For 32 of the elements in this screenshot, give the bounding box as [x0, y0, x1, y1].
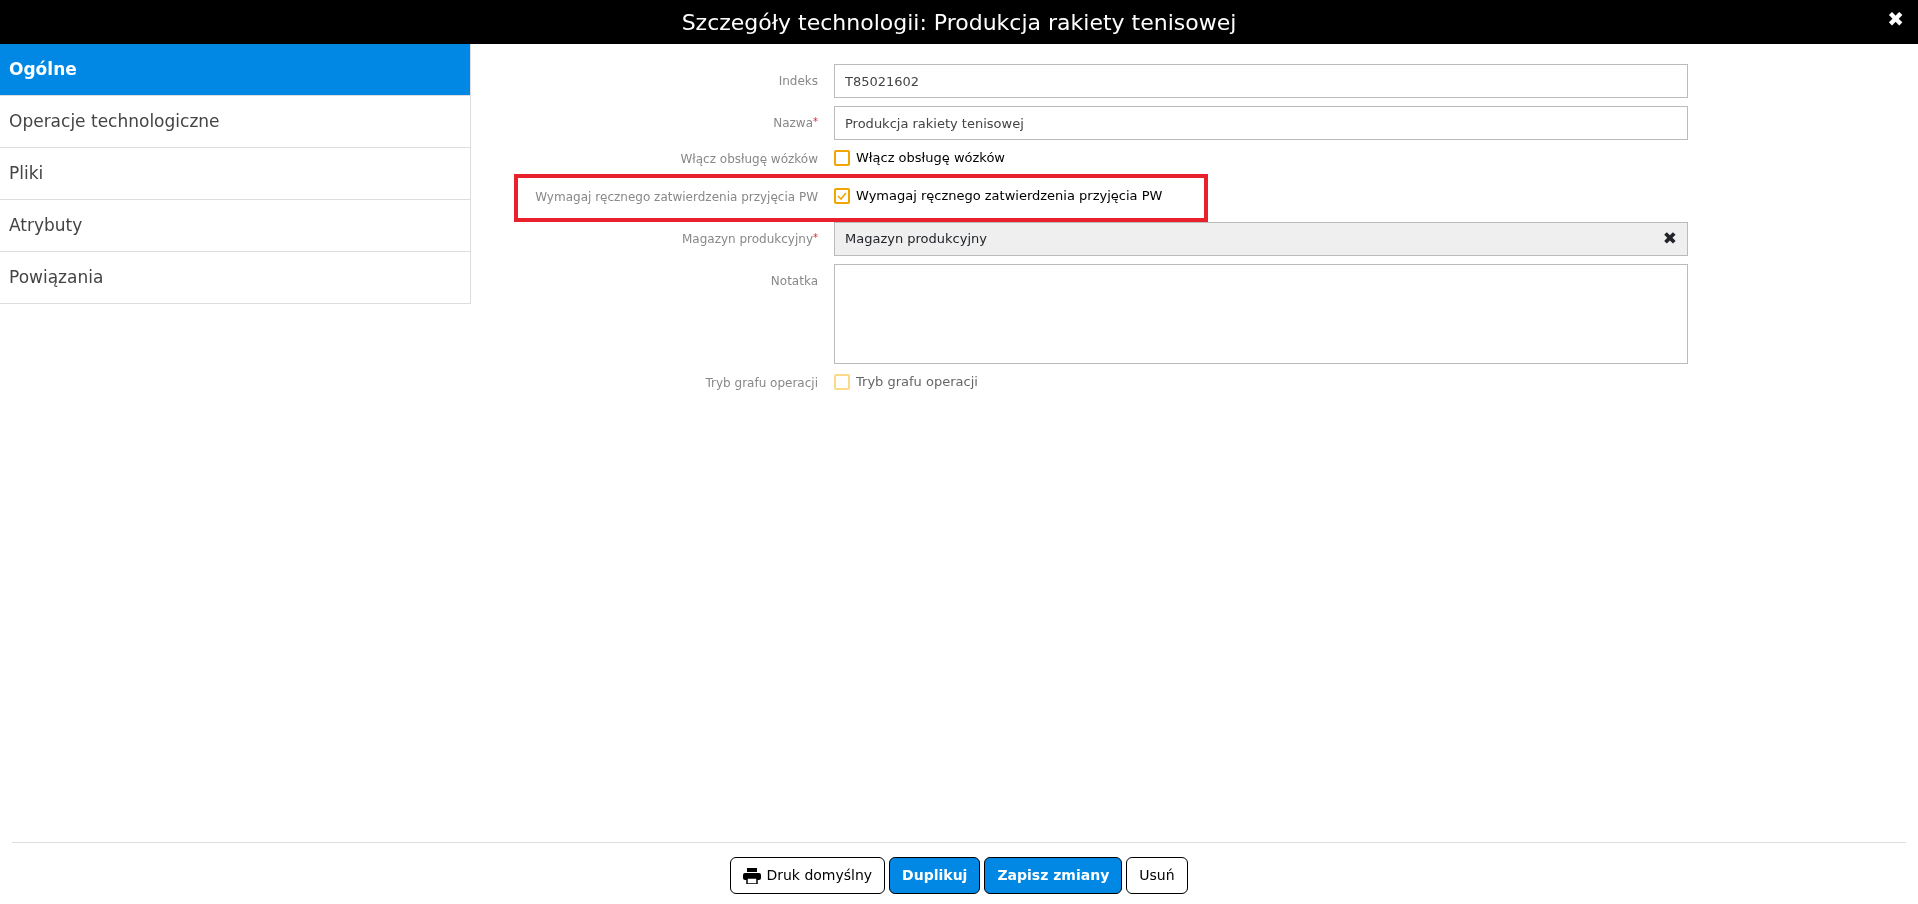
field-label: Nazwa — [773, 116, 813, 130]
clear-button[interactable]: ✖ — [1662, 226, 1677, 252]
required-marker: * — [813, 116, 818, 127]
action-button[interactable]: Duplikuj — [889, 857, 981, 894]
required-marker: * — [813, 232, 818, 243]
checkbox[interactable] — [834, 187, 850, 204]
checkbox-label[interactable]: Włącz obsługę wózków — [856, 148, 1005, 168]
field-label: Indeks — [778, 74, 818, 88]
checkbox-label[interactable]: Wymagaj ręcznego zatwierdzenia przyjęcia PW — [856, 186, 1163, 206]
select-field[interactable]: Magazyn produkcyjny ✖ — [834, 222, 1688, 256]
field-label: Włącz obsługę wózków — [680, 152, 818, 166]
select-value: Magazyn produkcyjny — [845, 230, 987, 249]
field-label: Wymagaj ręcznego zatwierdzenia przyjęcia PW — [535, 190, 818, 204]
sidebar-tab[interactable]: Operacje technologiczne — [0, 96, 471, 148]
action-button[interactable]: Usuń — [1126, 857, 1188, 894]
text-field[interactable]: T85021602 — [834, 64, 1688, 98]
sidebar-tab[interactable]: Ogólne — [0, 44, 471, 96]
checkbox[interactable] — [834, 149, 850, 166]
action-button[interactable]: Zapisz zmiany — [984, 857, 1123, 894]
print-button[interactable]: Druk domyślny — [730, 857, 886, 894]
field-label: Magazyn produkcyjny — [681, 232, 813, 246]
window-title: Szczegóły technologii: Produkcja rakiety tenisowej — [681, 8, 1237, 37]
check-icon — [837, 191, 847, 200]
field-label: Notatka — [770, 274, 818, 288]
sidebar-tab[interactable]: Pliki — [0, 148, 471, 200]
text-field[interactable]: Produkcja rakiety tenisowej — [834, 106, 1688, 140]
field-label: Tryb grafu operacji — [705, 376, 818, 390]
printer-icon — [743, 867, 762, 884]
close-button[interactable]: ✖ — [1883, 4, 1908, 34]
note-field[interactable] — [834, 264, 1688, 364]
sidebar-tab[interactable]: Atrybuty — [0, 200, 471, 252]
sidebar-tab[interactable]: Powiązania — [0, 252, 471, 304]
